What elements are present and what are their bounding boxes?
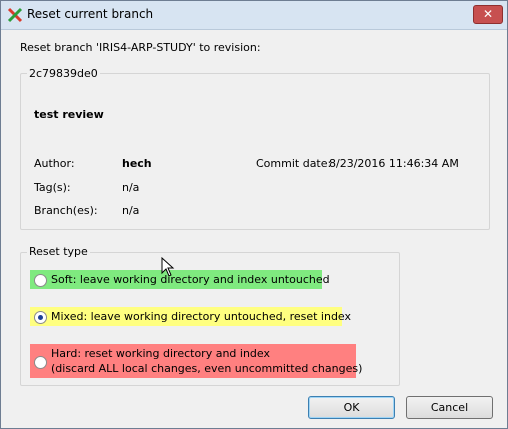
tags-label: Tag(s): [34,181,71,194]
mixed-radio[interactable] [34,311,47,324]
revision-hash: 2c79839de0 [27,67,100,80]
hard-reset-option[interactable]: Hard: reset working directory and index … [30,344,362,378]
soft-reset-option[interactable]: Soft: leave working directory and index … [30,270,330,289]
hard-radio[interactable] [34,356,47,369]
author-label: Author: [34,157,75,170]
branches-label: Branch(es): [34,204,98,217]
commit-date-value: 8/23/2016 11:46:34 AM [329,157,459,170]
close-button[interactable]: ✕ [473,5,503,24]
mixed-reset-option[interactable]: Mixed: leave working directory untouched… [30,307,351,326]
mouse-pointer-icon [161,257,175,277]
radio-selected-dot [38,315,43,320]
reset-branch-dialog: Reset current branch ✕ Reset branch 'IRI… [0,0,508,429]
mixed-label: Mixed: leave working directory untouched… [51,310,352,323]
title-bar: Reset current branch ✕ [1,1,507,30]
soft-label: Soft: leave working directory and index … [51,273,330,286]
hard-label: Hard: reset working directory and index [51,347,271,360]
hard-warning-label: (discard ALL local changes, even uncommi… [51,362,363,375]
reset-type-legend: Reset type [27,245,90,258]
intro-text: Reset branch 'IRIS4-ARP-STUDY' to revisi… [20,41,261,54]
author-value: hech [122,157,152,170]
commit-date-label: Commit date: [256,157,332,170]
cancel-button[interactable]: Cancel [406,396,493,419]
commit-message: test review [34,108,104,121]
tags-value: n/a [122,181,140,194]
ok-button[interactable]: OK [308,396,395,419]
branches-value: n/a [122,204,140,217]
soft-radio[interactable] [34,274,47,287]
git-app-icon [7,7,23,23]
window-title: Reset current branch [27,7,154,21]
